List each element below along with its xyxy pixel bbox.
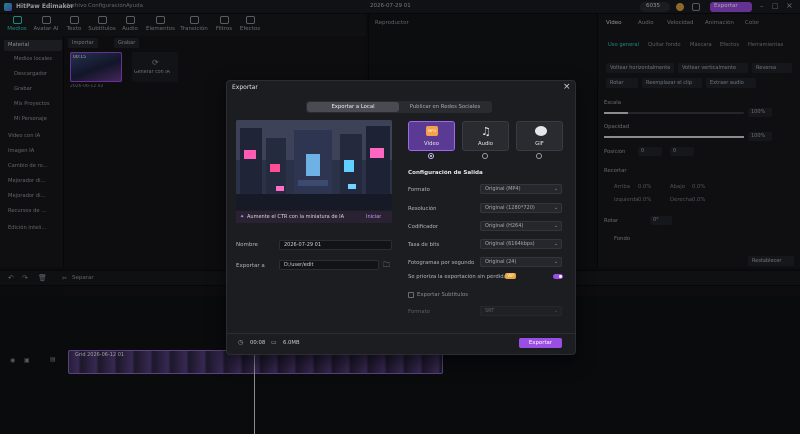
subtitle-format-label: Formato <box>408 309 430 315</box>
format-gif-card[interactable]: GIF <box>516 121 563 151</box>
export-to-label: Exportar a <box>236 263 265 269</box>
subtitle-format-value: SRT <box>485 308 495 314</box>
format-gif-label: GIF <box>535 141 544 147</box>
folder-icon[interactable]: 🗀 <box>383 261 390 272</box>
export-path-input[interactable]: D:/user/edit <box>279 260 379 270</box>
resolution-select[interactable]: Original (1280*720) ⌄ <box>480 203 562 213</box>
chevron-down-icon: ⌄ <box>553 259 558 265</box>
format-gif-radio[interactable] <box>536 153 542 159</box>
chevron-down-icon: ⌄ <box>553 223 558 229</box>
vip-badge: VIP <box>505 273 516 279</box>
bitrate-label: Tasa de bits <box>408 242 440 248</box>
tab-export-local[interactable]: Exportar a Local <box>307 102 399 112</box>
export-preview-image <box>236 120 392 210</box>
lossless-toggle[interactable] <box>553 274 563 279</box>
format-audio-label: Audio <box>477 141 494 147</box>
output-config-title: Configuración de Salida <box>408 170 483 176</box>
ai-thumbnail-banner[interactable]: ✦ Aumente el CTR con la miniatura de IA … <box>236 211 392 223</box>
resolution-value: Original (1280*720) <box>485 205 535 211</box>
export-button[interactable]: Exportar <box>519 338 562 348</box>
name-label: Nombre <box>236 242 258 248</box>
chevron-down-icon: ⌄ <box>553 186 558 192</box>
fps-label: Fotogramas por segundo <box>408 260 475 266</box>
lossless-label: Se prioriza la exportación sin pérdidas <box>408 274 510 280</box>
subtitles-checkbox[interactable] <box>408 292 414 298</box>
ctr-text: Aumente el CTR con la miniatura de IA <box>247 214 345 220</box>
format-video-radio[interactable] <box>428 153 434 159</box>
bitrate-select[interactable]: Original (6164kbps) ⌄ <box>480 239 562 249</box>
video-format-icon: MP4 <box>426 126 438 136</box>
format-label: Formato <box>408 187 430 193</box>
bitrate-value: Original (6164kbps) <box>485 241 535 247</box>
export-file-size: 6.0MB <box>283 340 300 346</box>
dialog-title: Exportar <box>232 84 258 91</box>
name-input[interactable]: 2026-07-29 01 <box>279 240 392 250</box>
chevron-down-icon: ⌄ <box>553 205 558 211</box>
encoder-value: Original (H264) <box>485 223 524 229</box>
fps-value: Original (24) <box>485 259 517 265</box>
format-video-label: Vídeo <box>424 141 439 147</box>
chevron-down-icon: ⌄ <box>553 241 558 247</box>
encoder-select[interactable]: Original (H264) ⌄ <box>480 221 562 231</box>
clock-icon: ◷ <box>238 339 244 346</box>
export-duration: 00:08 <box>250 340 266 346</box>
tab-publish-social[interactable]: Publicar en Redes Sociales <box>399 102 491 112</box>
toggle-knob <box>559 275 562 278</box>
ctr-start-link[interactable]: Iniciar <box>366 214 381 220</box>
close-icon[interactable]: × <box>563 82 571 92</box>
format-video-card[interactable]: MP4 Vídeo <box>408 121 455 151</box>
chevron-down-icon: ⌄ <box>553 308 558 314</box>
sparkle-icon: ✦ <box>240 214 245 220</box>
encoder-label: Codificador <box>408 224 439 230</box>
gif-icon <box>535 126 547 136</box>
resolution-label: Resolución <box>408 206 437 212</box>
music-note-icon: ♫ <box>481 125 491 138</box>
format-audio-radio[interactable] <box>482 153 488 159</box>
format-select[interactable]: Original (MP4) ⌄ <box>480 184 562 194</box>
subtitle-format-select: SRT ⌄ <box>480 306 562 316</box>
subtitles-label: Exportar Subtítulos <box>417 292 468 298</box>
fps-select[interactable]: Original (24) ⌄ <box>480 257 562 267</box>
format-value: Original (MP4) <box>485 186 521 192</box>
format-audio-card[interactable]: ♫ Audio <box>462 121 509 151</box>
file-size-icon: ▭ <box>271 339 277 346</box>
